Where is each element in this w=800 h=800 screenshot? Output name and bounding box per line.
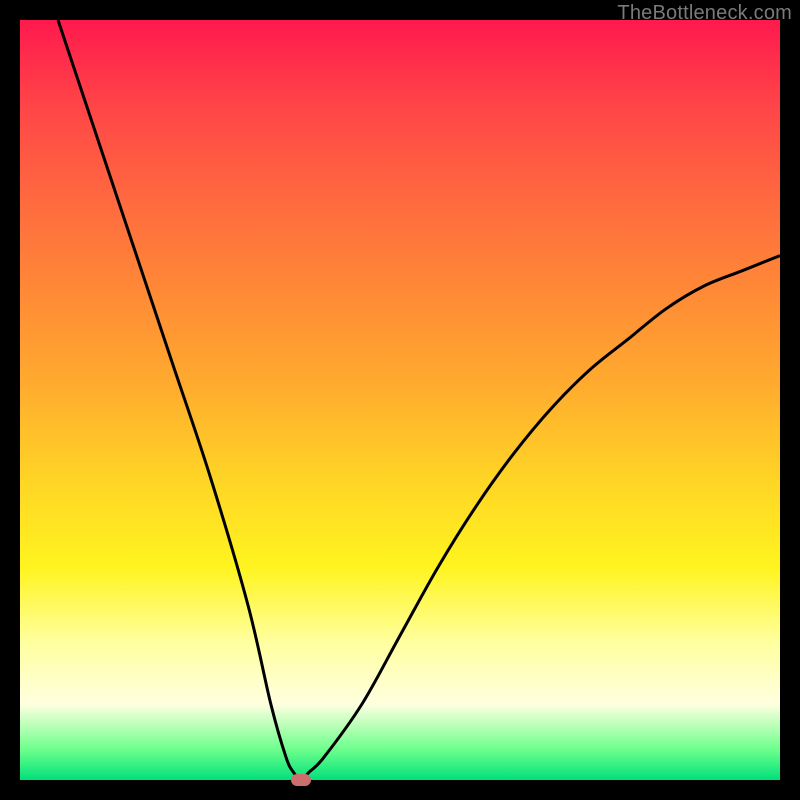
optimal-point-marker — [291, 774, 311, 786]
curve-svg — [20, 20, 780, 780]
watermark-text: TheBottleneck.com — [617, 2, 792, 25]
chart-container: TheBottleneck.com — [0, 0, 800, 800]
plot-area — [20, 20, 780, 780]
bottleneck-curve — [58, 20, 780, 780]
